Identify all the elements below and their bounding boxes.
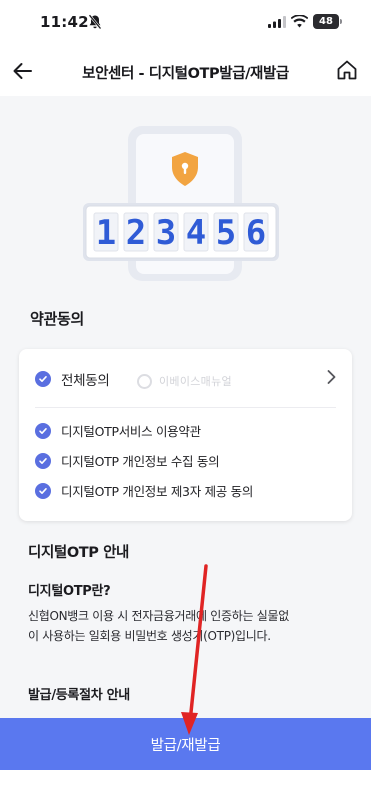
watermark: 이베이스매뉴얼 bbox=[137, 373, 232, 389]
page-title: 보안센터 - 디지털OTP발급/재발급 bbox=[82, 66, 289, 82]
check-icon bbox=[35, 422, 51, 439]
agree-all-checkbox[interactable]: 전체동의 bbox=[35, 369, 110, 389]
status-time: 11:42 bbox=[40, 13, 89, 31]
otp-digit: 3 bbox=[156, 213, 176, 253]
issue-reissue-button[interactable]: 발급/재발급 bbox=[0, 718, 371, 770]
process-heading: 발급/등록절차 안내 bbox=[28, 688, 130, 703]
watermark-logo-icon bbox=[137, 373, 152, 389]
terms-section-title: 약관동의 bbox=[30, 310, 85, 328]
bottom-safe-area bbox=[0, 770, 371, 800]
otp-what-is-heading: 디지털OTP란? bbox=[28, 584, 111, 599]
otp-digit: 4 bbox=[186, 213, 206, 253]
check-icon bbox=[35, 452, 51, 469]
otp-digit: 2 bbox=[126, 213, 146, 253]
chevron-right-icon[interactable] bbox=[326, 369, 336, 385]
agree-all-label: 전체동의 bbox=[61, 373, 110, 389]
terms-item-label: 디지털OTP 개인정보 수집 동의 bbox=[61, 454, 220, 469]
terms-card: 전체동의 이베이스매뉴얼 디지털OTP서비스 이용약관 디지털OTP 개인정보 … bbox=[19, 349, 352, 521]
check-icon bbox=[35, 482, 51, 499]
otp-digit: 5 bbox=[216, 213, 236, 253]
bell-off-icon bbox=[88, 14, 102, 30]
terms-item-privacy-third-party[interactable]: 디지털OTP 개인정보 제3자 제공 동의 bbox=[35, 481, 253, 500]
watermark-text: 이베이스매뉴얼 bbox=[159, 375, 232, 388]
content-area[interactable]: 123456 약관동의 전체동의 이베이스매뉴얼 디지털OTP서비스 이용약관 … bbox=[0, 96, 371, 718]
otp-description-line: 신협ON뱅크 이용 시 전자금융거래에 인증하는 실물없 bbox=[28, 609, 289, 623]
terms-item-privacy-collect[interactable]: 디지털OTP 개인정보 수집 동의 bbox=[35, 451, 220, 470]
check-icon bbox=[35, 371, 51, 387]
otp-device-illustration: 123456 bbox=[83, 126, 279, 281]
otp-digit: 6 bbox=[246, 213, 266, 253]
battery-icon: 48 bbox=[313, 14, 339, 29]
terms-item-label: 디지털OTP 개인정보 제3자 제공 동의 bbox=[61, 484, 254, 499]
app-header: 보안센터 - 디지털OTP발급/재발급 bbox=[0, 46, 371, 96]
home-icon[interactable] bbox=[335, 58, 359, 82]
wifi-icon bbox=[291, 15, 308, 28]
battery-tip bbox=[340, 19, 342, 24]
signal-icon bbox=[268, 16, 286, 28]
otp-info-heading: 디지털OTP 안내 bbox=[28, 545, 129, 561]
otp-digit: 1 bbox=[96, 213, 116, 253]
otp-description-line: 이 사용하는 일회용 비밀번호 생성기(OTP)입니다. bbox=[28, 629, 271, 643]
terms-item-service[interactable]: 디지털OTP서비스 이용약관 bbox=[35, 421, 201, 440]
terms-item-label: 디지털OTP서비스 이용약관 bbox=[61, 424, 201, 439]
otp-description: 신협ON뱅크 이용 시 전자금융거래에 인증하는 실물없 이 사용하는 일회용 … bbox=[28, 606, 348, 646]
status-bar: 11:42 48 bbox=[0, 0, 371, 46]
card-divider bbox=[35, 407, 336, 408]
